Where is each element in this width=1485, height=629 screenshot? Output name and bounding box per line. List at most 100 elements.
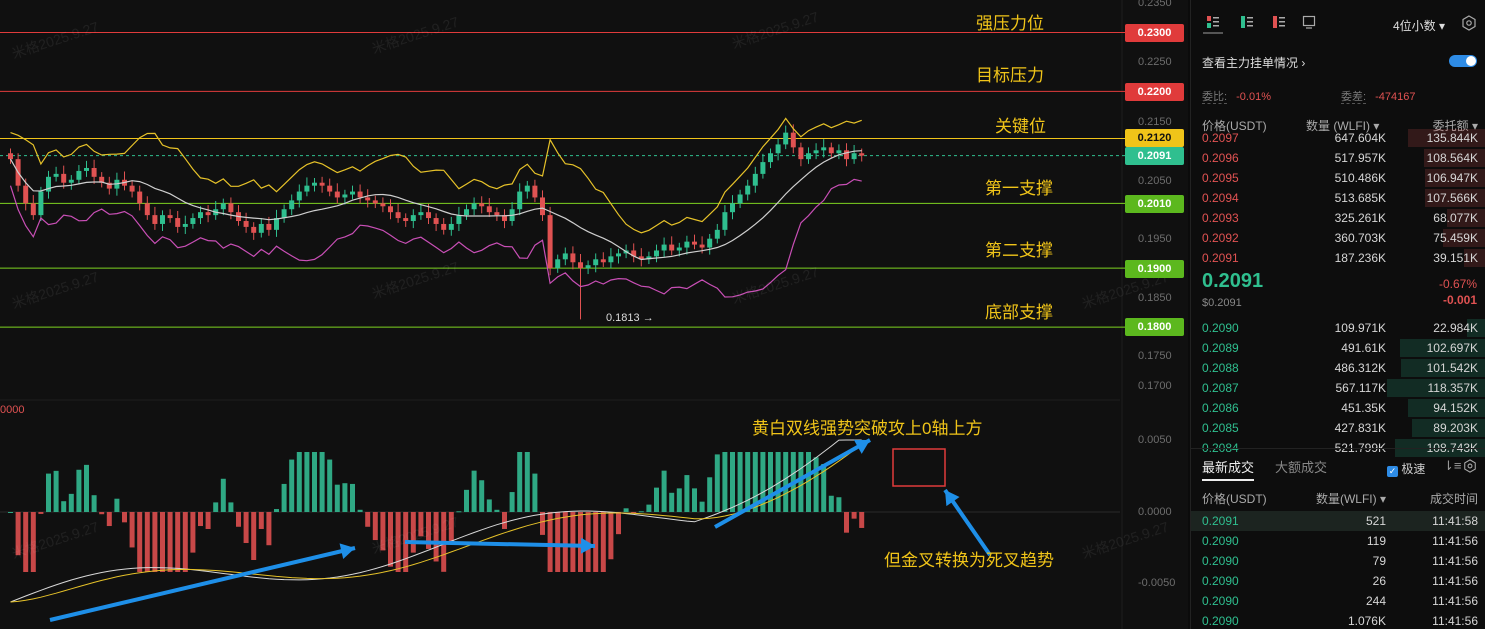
main-orders-link[interactable]: 查看主力挂单情况 ›: [1202, 54, 1305, 71]
macd-histogram-bar: [30, 512, 36, 572]
macd-histogram-bar: [274, 509, 279, 512]
macd-histogram-bar: [106, 512, 112, 527]
macd-histogram-bar: [258, 512, 264, 529]
candle-body: [388, 206, 393, 213]
level-label-target-resistance: 目标压力: [976, 66, 1044, 85]
macd-histogram-bar: [365, 512, 371, 527]
candle-body: [479, 203, 485, 207]
ask-qty: 360.703K: [1334, 231, 1386, 245]
macd-histogram-bar: [464, 489, 469, 512]
trade-price: 0.2090: [1202, 614, 1239, 628]
level-label-bottom-support: 底部支撑: [985, 303, 1053, 322]
price-axis-tick: 0.2050: [1138, 175, 1172, 187]
screen-icon[interactable]: [1299, 14, 1319, 34]
ask-row[interactable]: 0.2093 325.261K 68.077K: [1191, 208, 1485, 228]
bid-row[interactable]: 0.2087 567.117K 118.357K: [1191, 378, 1485, 398]
ask-row[interactable]: 0.2096 517.957K 108.564K: [1191, 148, 1485, 168]
candle-body: [357, 191, 363, 198]
macd-histogram-bar: [502, 512, 507, 529]
candle-body: [175, 218, 181, 227]
candle-body: [395, 212, 401, 219]
settings-icon[interactable]: [1461, 15, 1477, 31]
ask-total: 68.077K: [1433, 211, 1478, 225]
ask-total: 135.844K: [1426, 131, 1478, 145]
macd-histogram-bar: [745, 452, 751, 512]
orderbook-asks-icon[interactable]: [1269, 14, 1289, 34]
macd-histogram-bar: [608, 512, 614, 560]
candle-body: [654, 250, 659, 257]
ask-price: 0.2096: [1202, 151, 1239, 165]
bid-row[interactable]: 0.2088 486.312K 101.542K: [1191, 358, 1485, 378]
macd-histogram-bar: [494, 509, 500, 512]
macd-axis-tick: -0.0050: [1138, 577, 1176, 589]
ask-row[interactable]: 0.2095 510.486K 106.947K: [1191, 168, 1485, 188]
macd-histogram-bar: [661, 470, 667, 512]
sort-icon[interactable]: ⇂≡: [1443, 458, 1461, 474]
macd-histogram-bar: [593, 512, 599, 572]
candle-body: [76, 170, 82, 180]
macd-histogram-bar: [61, 501, 67, 512]
trades-settings-icon[interactable]: [1463, 459, 1477, 473]
macd-histogram-bar: [144, 512, 150, 572]
bid-row[interactable]: 0.2085 427.831K 89.203K: [1191, 418, 1485, 438]
macd-histogram-bar: [190, 512, 196, 553]
bid-price: 0.2087: [1202, 381, 1239, 395]
ask-total: 75.459K: [1433, 231, 1478, 245]
macd-histogram-bar: [768, 452, 773, 512]
tab-large-trades[interactable]: 大额成交: [1275, 457, 1327, 476]
trade-time: 11:41:56: [1432, 594, 1478, 608]
macd-histogram-bar: [76, 469, 82, 512]
candle-body: [30, 203, 36, 216]
trade-row: 0.2090 79 11:41:56: [1191, 551, 1485, 571]
trade-time: 11:41:56: [1432, 554, 1478, 568]
trade-row: 0.2090 1.076K 11:41:56: [1191, 611, 1485, 629]
macd-histogram-bar: [175, 512, 181, 572]
macd-histogram-bar: [304, 452, 310, 512]
macd-histogram-bar: [479, 480, 485, 512]
ask-row[interactable]: 0.2092 360.703K 75.459K: [1191, 228, 1485, 248]
candle-body: [342, 194, 348, 198]
orderbook-both-icon[interactable]: [1203, 14, 1223, 34]
macd-histogram-bar: [137, 512, 143, 572]
ask-row[interactable]: 0.2097 647.604K 135.844K: [1191, 128, 1485, 148]
candle-body: [471, 203, 477, 210]
macd-histogram-bar: [372, 512, 378, 541]
bid-qty: 486.312K: [1334, 361, 1386, 375]
candle-body: [555, 259, 561, 269]
macd-histogram-bar: [714, 454, 720, 512]
candle-body: [616, 253, 621, 257]
fast-mode-checkbox[interactable]: ✓ 极速: [1387, 460, 1425, 477]
trade-time: 11:41:56: [1432, 574, 1478, 588]
candle-body: [198, 212, 203, 219]
price-chart[interactable]: 米格2025.9.27 米格2025.9.27 米格2025.9.27 米格20…: [0, 0, 1188, 629]
decimals-select[interactable]: 4位小数 ▾: [1393, 17, 1445, 34]
price-axis-tick: 0.2250: [1138, 56, 1172, 68]
candle-body: [464, 209, 469, 216]
candle-body: [692, 241, 697, 245]
candle-body: [486, 206, 492, 213]
candle-body: [752, 173, 758, 186]
ask-row[interactable]: 0.2094 513.685K 107.566K: [1191, 188, 1485, 208]
macd-histogram-bar: [448, 512, 454, 545]
last-price: 0.2091: [1202, 270, 1264, 292]
candle-body: [448, 223, 454, 230]
candle-body: [312, 182, 317, 186]
tab-latest-trades[interactable]: 最新成交: [1202, 457, 1255, 481]
ask-total: 108.564K: [1426, 151, 1478, 165]
macd-histogram-bar: [312, 452, 317, 512]
candle-body: [836, 150, 842, 154]
ask-row[interactable]: 0.2091 187.236K 39.151K: [1191, 248, 1485, 268]
trade-time: 11:41:56: [1432, 534, 1478, 548]
macd-histogram-bar: [38, 512, 44, 514]
candle-body: [813, 150, 819, 154]
bid-row[interactable]: 0.2090 109.971K 22.984K: [1191, 318, 1485, 338]
macd-histogram-bar: [828, 495, 834, 512]
orderbook-bids-icon[interactable]: [1237, 14, 1257, 34]
bid-row[interactable]: 0.2086 451.35K 94.152K: [1191, 398, 1485, 418]
main-orders-toggle[interactable]: [1449, 55, 1477, 67]
macd-histogram-bar: [844, 512, 849, 533]
bid-row[interactable]: 0.2089 491.61K 102.697K: [1191, 338, 1485, 358]
trade-qty-header[interactable]: 数量(WLFI) ▾: [1316, 490, 1386, 507]
candle-body: [768, 153, 773, 163]
candle-body: [684, 241, 690, 248]
